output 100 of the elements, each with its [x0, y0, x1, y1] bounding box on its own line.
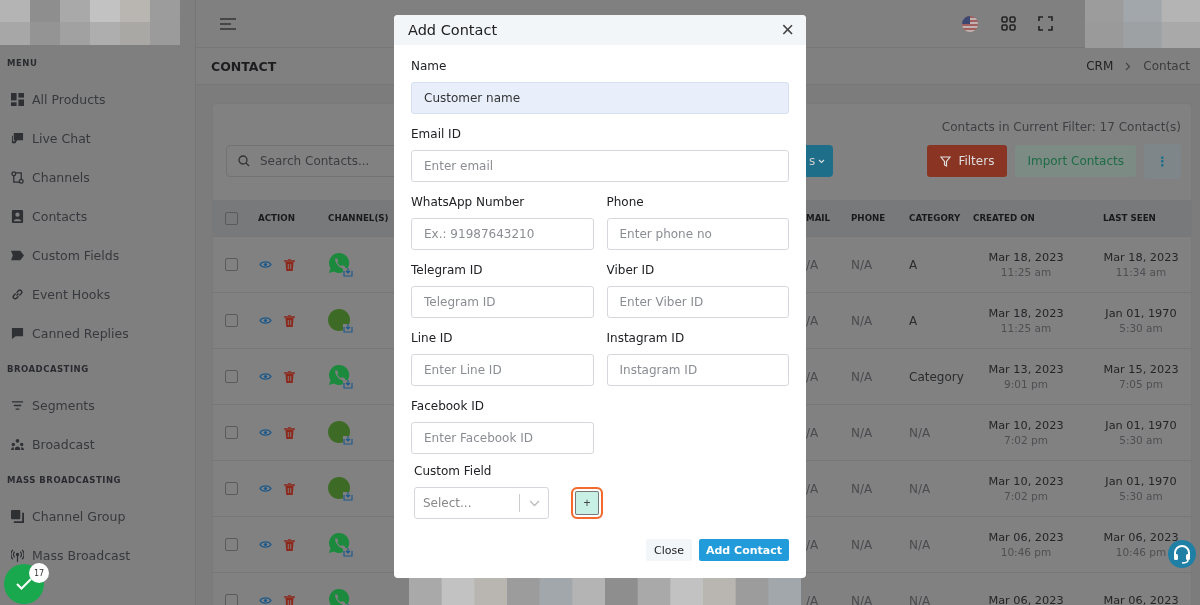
- sidebar-item[interactable]: Live Chat: [32, 131, 91, 146]
- trash-icon[interactable]: [284, 482, 295, 495]
- filter-icon: [11, 399, 24, 412]
- view-icon[interactable]: [259, 428, 272, 437]
- row-checkbox[interactable]: [225, 538, 238, 551]
- view-icon[interactable]: [259, 316, 272, 325]
- chat-icon: [11, 132, 24, 145]
- date-text: Mar 15, 2023: [1103, 363, 1179, 376]
- avatar-icon: [328, 475, 354, 502]
- grid-icon: [11, 93, 24, 106]
- filter-icon: [940, 155, 952, 167]
- date-text: Mar 06, 2023: [988, 531, 1064, 544]
- dialog-title: Add Contact: [408, 22, 498, 38]
- row-checkbox[interactable]: [225, 314, 238, 327]
- add-field-button[interactable]: +: [571, 487, 603, 519]
- trash-icon[interactable]: [284, 314, 295, 327]
- input-field[interactable]: Enter email: [411, 150, 789, 182]
- row-checkbox[interactable]: [225, 426, 238, 439]
- input-field[interactable]: Instagram ID: [606, 354, 789, 386]
- table-cell-text: A: [908, 257, 919, 272]
- input-field[interactable]: Enter Line ID: [411, 354, 594, 386]
- column-header: CATEGORY: [908, 213, 961, 223]
- import-contacts-button[interactable]: Import Contacts: [1015, 145, 1136, 177]
- dropdown-button[interactable]: s: [805, 145, 833, 177]
- page-title: CONTACT: [211, 58, 277, 74]
- sidebar-item[interactable]: Mass Broadcast: [32, 548, 131, 563]
- close-button[interactable]: Close: [646, 539, 692, 561]
- sidebar-item[interactable]: Broadcast: [32, 437, 95, 452]
- sidebar-item[interactable]: All Products: [32, 92, 106, 107]
- menu-icon[interactable]: [220, 17, 236, 30]
- avatar-icon: [328, 419, 354, 446]
- view-icon[interactable]: [259, 596, 272, 605]
- headset-icon: [1172, 544, 1192, 564]
- date-text: Mar 10, 2023: [988, 419, 1064, 432]
- filters-button[interactable]: Filters: [927, 145, 1008, 177]
- sidebar-item[interactable]: Canned Replies: [32, 326, 129, 341]
- view-icon[interactable]: [259, 484, 272, 493]
- column-header: MAIL: [805, 213, 832, 223]
- breadcrumb-current: Contact: [1143, 59, 1190, 73]
- support-button[interactable]: [1168, 540, 1196, 568]
- row-checkbox[interactable]: [225, 258, 238, 271]
- fullscreen-icon[interactable]: [1038, 16, 1053, 31]
- antenna-icon: [11, 549, 24, 562]
- input-field[interactable]: Enter Viber ID: [606, 286, 789, 318]
- input-field[interactable]: Customer name: [411, 82, 789, 114]
- sidebar-item[interactable]: Segments: [32, 398, 95, 413]
- field-label: Line ID: [411, 331, 454, 345]
- row-checkbox[interactable]: [225, 482, 238, 495]
- whatsapp-icon: [328, 251, 354, 278]
- row-checkbox[interactable]: [225, 370, 238, 383]
- filter-summary: Contacts in Current Filter: 17 Contact(s): [941, 120, 1181, 134]
- more-button[interactable]: ⋮: [1144, 143, 1181, 179]
- trash-icon[interactable]: [284, 258, 295, 271]
- column-header: CREATED ON: [972, 213, 1036, 223]
- date-text: Mar 18, 2023: [988, 251, 1064, 264]
- trash-icon[interactable]: [284, 426, 295, 439]
- input-field[interactable]: Telegram ID: [411, 286, 594, 318]
- view-icon[interactable]: [259, 372, 272, 381]
- view-icon[interactable]: [259, 540, 272, 549]
- input-field[interactable]: Enter Facebook ID: [411, 422, 594, 454]
- field-label: Custom Field: [414, 464, 493, 478]
- add-contact-button[interactable]: Add Contact: [699, 539, 789, 561]
- input-field[interactable]: Enter phone no: [606, 218, 789, 250]
- section-heading: MASS BROADCASTING: [6, 474, 122, 487]
- column-header: ACTION: [257, 213, 296, 223]
- sidebar-item[interactable]: Event Hooks: [32, 287, 111, 302]
- breadcrumb-link[interactable]: CRM: [1086, 59, 1114, 73]
- section-heading: BROADCASTING: [6, 363, 90, 376]
- whatsapp-icon: [328, 363, 354, 390]
- field-label: Telegram ID: [411, 263, 484, 277]
- trash-icon[interactable]: [284, 594, 295, 605]
- column-header: PHONE: [850, 213, 887, 223]
- field-label: Email ID: [411, 127, 462, 141]
- chevron-icon: [529, 499, 540, 507]
- date-text: Mar 13, 2023: [988, 363, 1064, 376]
- view-icon[interactable]: [259, 260, 272, 269]
- reply-icon: [11, 327, 24, 340]
- input-field[interactable]: Ex.: 91987643210: [411, 218, 594, 250]
- trash-icon[interactable]: [284, 538, 295, 551]
- contact-icon: [11, 210, 24, 223]
- stack-icon: [11, 510, 24, 523]
- sidebar-item[interactable]: Channel Group: [32, 509, 126, 524]
- select-all-checkbox[interactable]: [225, 211, 238, 225]
- row-checkbox[interactable]: [225, 594, 238, 605]
- flag-icon[interactable]: [961, 15, 979, 32]
- apps-icon[interactable]: [1001, 16, 1016, 31]
- link-icon: [11, 288, 24, 301]
- date-text: Mar 18, 2023: [988, 307, 1064, 320]
- sidebar-item[interactable]: Contacts: [32, 209, 88, 224]
- date-text: Mar 06, 2023: [1103, 594, 1179, 605]
- field-label: Instagram ID: [606, 331, 686, 345]
- trash-icon[interactable]: [284, 370, 295, 383]
- sidebar-item[interactable]: Custom Fields: [32, 248, 120, 263]
- field-label: WhatsApp Number: [411, 195, 526, 209]
- table-cell-text: A: [908, 313, 919, 328]
- select-field[interactable]: Select...: [414, 487, 549, 519]
- chevron-icon: [1125, 61, 1132, 71]
- close-button[interactable]: ×: [779, 19, 796, 41]
- field-label: Facebook ID: [411, 399, 485, 413]
- sidebar-item[interactable]: Channels: [32, 170, 90, 185]
